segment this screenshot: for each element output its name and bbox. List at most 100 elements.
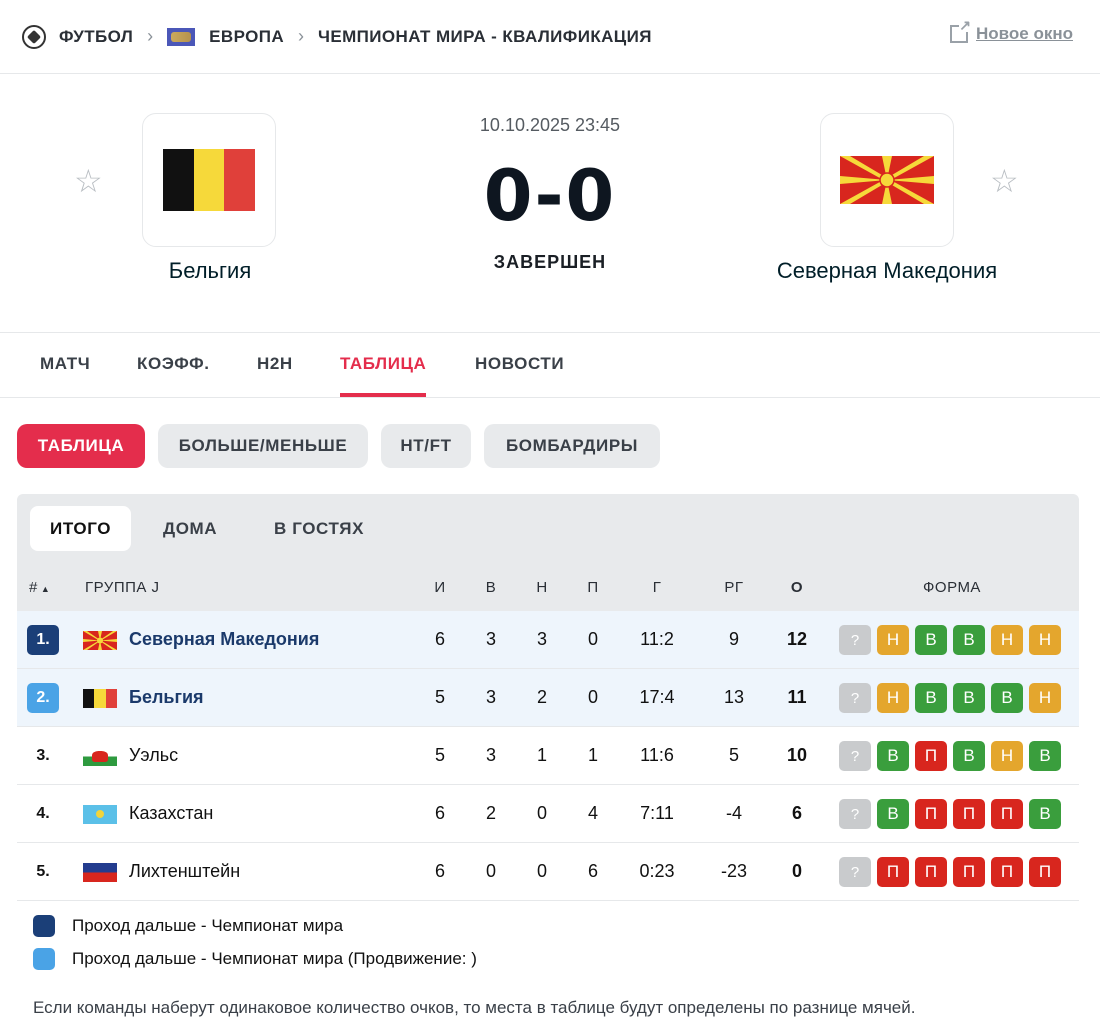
form-win-badge[interactable]: В [915,683,947,713]
header-goal-diff[interactable]: РГ [714,579,754,596]
goals-value: 11:6 [640,745,674,765]
subtab-away[interactable]: В ГОСТЯХ [254,506,384,551]
subtab-home[interactable]: ДОМА [143,506,237,551]
header-won[interactable]: В [471,579,511,596]
form-loss-badge[interactable]: П [1029,857,1061,887]
drawn-value: 0 [536,861,547,881]
tab-news[interactable]: НОВОСТИ [475,354,564,374]
table-row[interactable]: 3. Уэльс 5 3 1 1 11:6 5 10 ? В П В Н В [17,727,1079,785]
form-loss-badge[interactable]: П [877,857,909,887]
external-link-icon [950,18,972,43]
legend-label: Проход дальше - Чемпионат мира (Продвиже… [72,949,477,968]
goal-diff-value: 5 [728,745,739,765]
header-rank[interactable]: # ▲ [29,579,50,596]
form-loss-badge[interactable]: П [915,799,947,829]
header-played[interactable]: И [420,579,460,596]
header-group: ГРУППА J [85,579,160,596]
goal-diff-value: 13 [723,687,745,707]
form-loss-badge[interactable]: П [953,799,985,829]
form-win-badge[interactable]: В [915,625,947,655]
form-loss-badge[interactable]: П [915,857,947,887]
form-badges: ? П П П П П [839,857,1067,887]
lost-value: 6 [587,861,598,881]
away-team-name[interactable]: Северная Македония [737,258,1037,284]
new-window-label: Новое окно [976,24,1073,43]
table-row[interactable]: 4. Казахстан 6 2 0 4 7:11 -4 6 ? В П П П… [17,785,1079,843]
tab-h2h[interactable]: H2H [257,354,293,374]
won-value: 2 [485,803,496,823]
form-win-badge[interactable]: В [877,741,909,771]
form-draw-badge[interactable]: Н [1029,625,1061,655]
form-next-badge[interactable]: ? [839,857,871,887]
table-header: # ▲ ГРУППА J И В Н П Г РГ О ФОРМА [17,564,1079,611]
tab-table[interactable]: ТАБЛИЦА [340,354,427,397]
pill-ht-ft[interactable]: HT/FT [381,424,471,468]
standings-table: ИТОГО ДОМА В ГОСТЯХ # ▲ ГРУППА J И В Н П … [17,494,1079,901]
legend-item: Проход дальше - Чемпионат мира (Продвиже… [33,948,477,970]
form-badges: ? В П В Н В [839,741,1067,771]
form-win-badge[interactable]: В [953,683,985,713]
drawn-value: 0 [536,803,547,823]
team-name[interactable]: Казахстан [129,803,213,824]
favorite-star-icon[interactable]: ☆ [990,162,1019,200]
subtab-overall[interactable]: ИТОГО [30,506,132,551]
table-row[interactable]: 2. Бельгия 5 3 2 0 17:4 13 11 ? Н В В В … [17,669,1079,727]
breadcrumb: ФУТБОЛ › ЕВРОПА › ЧЕМПИОНАТ МИРА - КВАЛИ… [0,0,1100,74]
form-loss-badge[interactable]: П [915,741,947,771]
points-value: 10 [786,745,808,765]
header-drawn[interactable]: Н [522,579,562,596]
rank-badge: 4. [36,805,50,822]
header-points[interactable]: О [777,579,817,596]
form-win-badge[interactable]: В [953,625,985,655]
goals-value: 7:11 [640,803,674,823]
form-loss-badge[interactable]: П [953,857,985,887]
away-team-logo[interactable] [820,113,954,247]
table-row[interactable]: 5. Лихтенштейн 6 0 0 6 0:23 -23 0 ? П П … [17,843,1079,901]
rank-badge: 2. [27,683,59,713]
tab-match[interactable]: МАТЧ [40,354,90,374]
chevron-right-icon: › [298,26,305,46]
new-window-link[interactable]: Новое окно [950,18,1073,44]
tab-odds[interactable]: КОЭФФ. [137,354,210,374]
form-next-badge[interactable]: ? [839,799,871,829]
rank-badge: 5. [36,863,50,880]
form-draw-badge[interactable]: Н [877,683,909,713]
liechtenstein-flag-icon [83,863,117,882]
form-next-badge[interactable]: ? [839,625,871,655]
kazakhstan-flag-icon [83,805,117,824]
header-lost[interactable]: П [573,579,613,596]
pill-top-scorers[interactable]: БОМБАРДИРЫ [484,424,660,468]
breadcrumb-sport[interactable]: ФУТБОЛ [22,24,133,49]
team-name[interactable]: Лихтенштейн [129,861,240,882]
form-loss-badge[interactable]: П [991,857,1023,887]
played-value: 6 [434,629,445,649]
form-draw-badge[interactable]: Н [991,625,1023,655]
form-next-badge[interactable]: ? [839,683,871,713]
north-macedonia-flag-icon [840,156,934,204]
header-goals[interactable]: Г [637,579,677,596]
team-name[interactable]: Бельгия [129,687,204,708]
breadcrumb-region[interactable]: ЕВРОПА [167,27,284,47]
goal-diff-value: 9 [728,629,739,649]
form-win-badge[interactable]: В [1029,799,1061,829]
form-loss-badge[interactable]: П [991,799,1023,829]
form-win-badge[interactable]: В [953,741,985,771]
legend-swatch [33,948,55,970]
form-next-badge[interactable]: ? [839,741,871,771]
goals-value: 11:2 [640,629,674,649]
form-win-badge[interactable]: В [877,799,909,829]
table-row[interactable]: 1. Северная Македония 6 3 3 0 11:2 9 12 … [17,611,1079,669]
goal-diff-value: -4 [725,803,742,823]
form-draw-badge[interactable]: Н [991,741,1023,771]
form-win-badge[interactable]: В [991,683,1023,713]
pill-table[interactable]: ТАБЛИЦА [17,424,145,468]
north-macedonia-flag-icon [83,631,117,650]
form-draw-badge[interactable]: Н [1029,683,1061,713]
won-value: 0 [485,861,496,881]
pill-over-under[interactable]: БОЛЬШЕ/МЕНЬШЕ [158,424,368,468]
form-draw-badge[interactable]: Н [877,625,909,655]
team-name[interactable]: Северная Македония [129,629,319,650]
team-name[interactable]: Уэльс [129,745,178,766]
form-win-badge[interactable]: В [1029,741,1061,771]
breadcrumb-competition[interactable]: ЧЕМПИОНАТ МИРА - КВАЛИФИКАЦИЯ [318,27,652,47]
